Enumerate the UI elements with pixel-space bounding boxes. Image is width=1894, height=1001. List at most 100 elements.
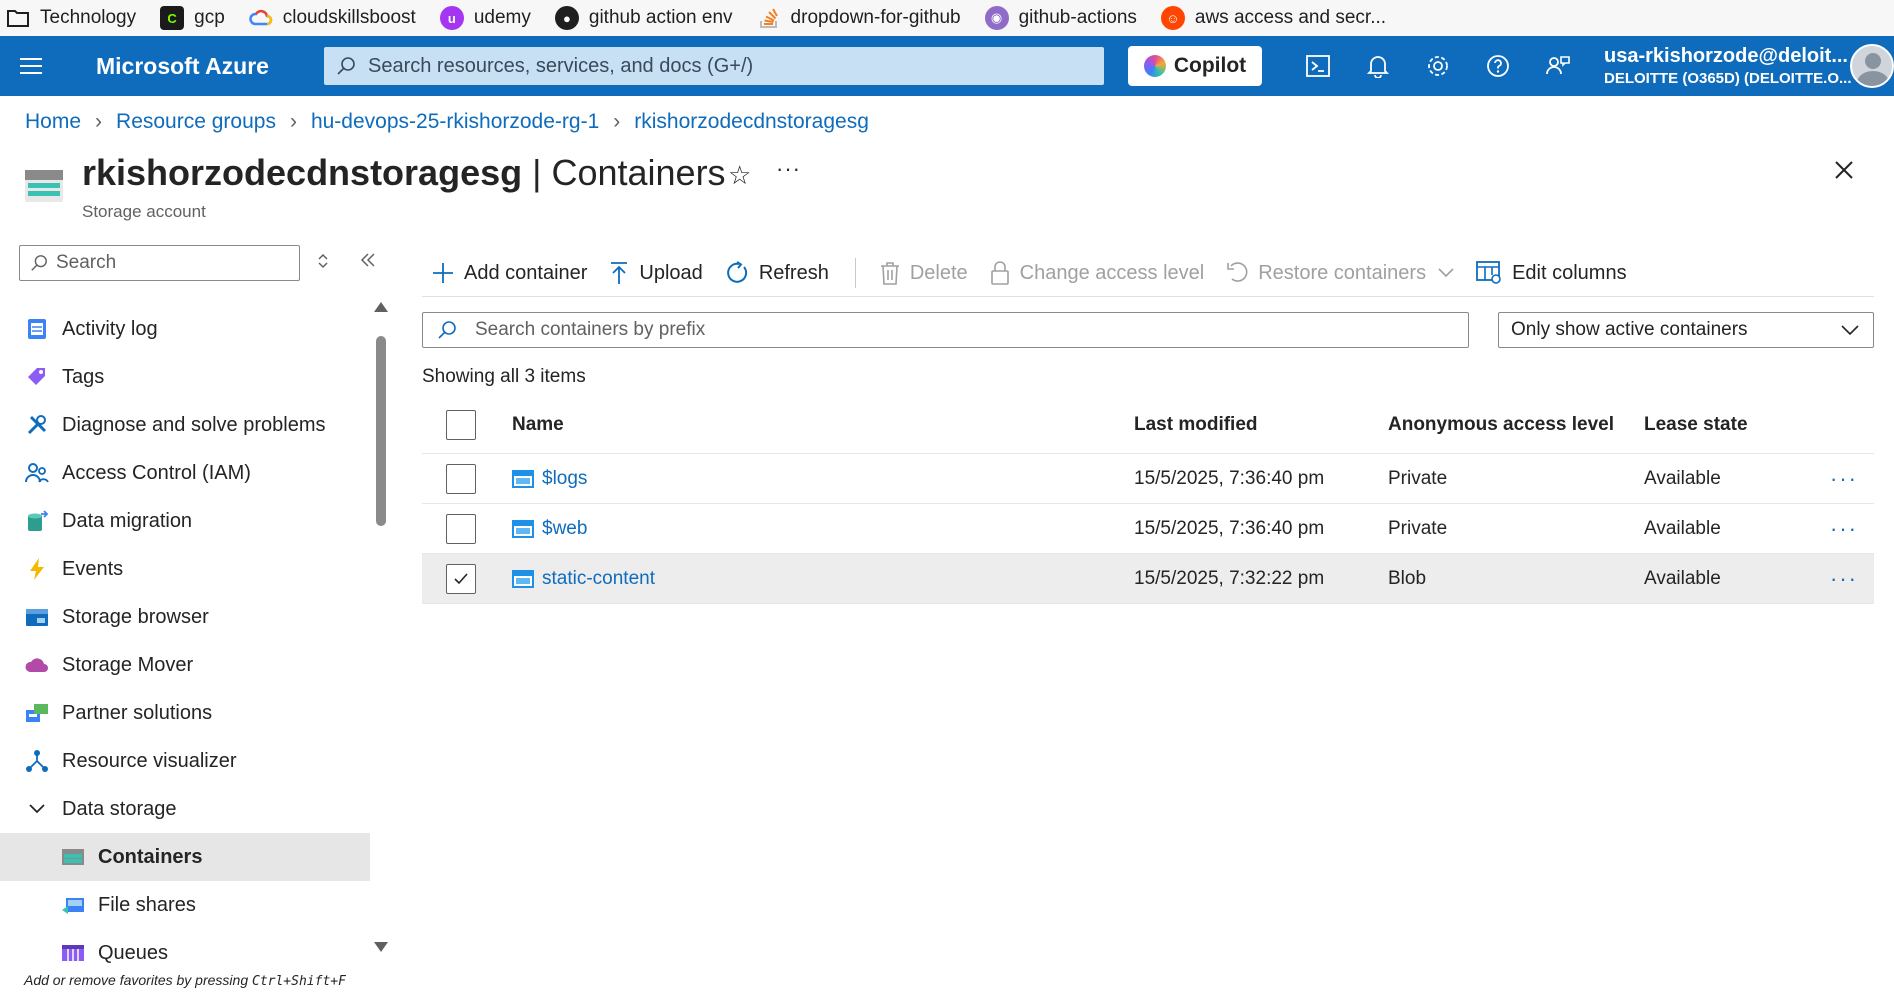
- cell-last-modified: 15/5/2025, 7:36:40 pm: [1134, 517, 1325, 539]
- sidebar-item-file-shares[interactable]: File shares: [0, 881, 370, 929]
- collapse-sidebar-icon[interactable]: [360, 252, 376, 273]
- refresh-button[interactable]: Refresh: [725, 261, 829, 285]
- bookmark-aws-access[interactable]: ☺ aws access and secr...: [1160, 6, 1386, 30]
- scroll-down-arrow-icon[interactable]: [374, 942, 388, 952]
- bookmark-label: gcp: [194, 7, 225, 28]
- sidebar-item-resource-visualizer[interactable]: Resource visualizer: [0, 737, 370, 785]
- edit-columns-icon: [1476, 261, 1501, 284]
- refresh-label: Refresh: [758, 261, 829, 284]
- account-name: usa-rkishorzode@deloit...: [1604, 45, 1848, 67]
- sidebar-group-data-storage[interactable]: Data storage: [0, 785, 370, 833]
- container-name-link[interactable]: $web: [542, 518, 587, 540]
- hamburger-menu-icon[interactable]: [0, 57, 62, 75]
- bookmark-label: cloudskillsboost: [282, 7, 416, 28]
- sidebar-item-label: Activity log: [62, 317, 158, 340]
- row-more-actions-icon[interactable]: ···: [1830, 516, 1858, 542]
- search-icon: [337, 57, 355, 75]
- delete-button[interactable]: Delete: [880, 261, 968, 285]
- restore-containers-button[interactable]: Restore containers: [1226, 262, 1454, 285]
- breadcrumb-storage-account[interactable]: rkishorzodecdnstoragesg: [634, 110, 869, 134]
- fav-hint-keys: Ctrl+Shift+F: [252, 974, 346, 989]
- table-row[interactable]: $web 15/5/2025, 7:36:40 pm Private Avail…: [422, 504, 1874, 554]
- bookmark-github-actions[interactable]: ◉ github-actions: [984, 6, 1137, 30]
- sidebar-item-tags[interactable]: Tags: [0, 353, 370, 401]
- sidebar-item-storage-mover[interactable]: Storage Mover: [0, 641, 370, 689]
- column-header-access-level[interactable]: Anonymous access level: [1388, 414, 1614, 436]
- scroll-up-arrow-icon[interactable]: [374, 302, 388, 312]
- sidebar-item-partner-solutions[interactable]: Partner solutions: [0, 689, 370, 737]
- row-checkbox-checked[interactable]: [446, 563, 476, 594]
- bookmark-cloudskillsboost[interactable]: cloudskillsboost: [249, 6, 416, 30]
- partner-icon: [24, 700, 50, 726]
- container-name-link[interactable]: $logs: [542, 468, 587, 490]
- tag-icon: [24, 364, 50, 390]
- add-container-button[interactable]: Add container: [432, 262, 587, 285]
- row-checkbox[interactable]: [446, 513, 476, 544]
- feedback-icon[interactable]: [1528, 36, 1588, 96]
- resource-name: rkishorzodecdnstoragesg: [82, 152, 523, 193]
- lock-icon: [990, 261, 1009, 285]
- breadcrumb-resource-group[interactable]: hu-devops-25-rkishorzode-rg-1: [311, 110, 599, 134]
- header-more-icon[interactable]: ···: [776, 156, 801, 182]
- bookmark-gcp[interactable]: C gcp: [160, 6, 225, 30]
- plus-icon: [433, 263, 453, 283]
- global-search-placeholder: Search resources, services, and docs (G+…: [368, 54, 754, 77]
- avatar[interactable]: [1850, 44, 1894, 88]
- bookmark-dropdown-for-github[interactable]: dropdown-for-github: [757, 6, 961, 30]
- sidebar-item-storage-browser[interactable]: Storage browser: [0, 593, 370, 641]
- github-octocat-icon: ◉: [984, 6, 1009, 30]
- column-header-name[interactable]: Name: [512, 414, 564, 436]
- select-all-checkbox[interactable]: [446, 409, 476, 440]
- settings-gear-icon[interactable]: [1408, 36, 1468, 96]
- notifications-bell-icon[interactable]: [1348, 36, 1408, 96]
- sidebar-item-label: Storage Mover: [62, 653, 194, 676]
- sidebar-search-input[interactable]: Search: [19, 245, 300, 281]
- help-icon[interactable]: [1468, 36, 1528, 96]
- brand-title[interactable]: Microsoft Azure: [96, 53, 311, 80]
- bookmark-technology[interactable]: Technology: [6, 6, 136, 30]
- favorite-star-icon[interactable]: ☆: [728, 160, 751, 191]
- close-icon[interactable]: [1834, 160, 1854, 185]
- table-row[interactable]: $logs 15/5/2025, 7:36:40 pm Private Avai…: [422, 454, 1874, 504]
- container-icon: [512, 469, 534, 488]
- container-name-link[interactable]: static-content: [542, 568, 655, 590]
- table-row[interactable]: static-content 15/5/2025, 7:32:22 pm Blo…: [422, 554, 1874, 604]
- sidebar-item-diagnose[interactable]: Diagnose and solve problems: [0, 401, 370, 449]
- breadcrumb-home[interactable]: Home: [25, 110, 81, 134]
- sidebar-item-label: Resource visualizer: [62, 749, 237, 772]
- udemy-icon: u: [439, 6, 464, 30]
- bookmark-udemy[interactable]: u udemy: [439, 6, 531, 30]
- scroll-thumb[interactable]: [376, 336, 386, 526]
- bookmark-github-action-env[interactable]: ● github action env: [554, 6, 733, 30]
- sidebar-item-activity-log[interactable]: Activity log: [0, 305, 370, 353]
- sidebar-item-containers[interactable]: Containers: [0, 833, 370, 881]
- sidebar-item-queues[interactable]: Queues: [0, 929, 370, 977]
- sidebar-item-events[interactable]: Events: [0, 545, 370, 593]
- column-header-lease-state[interactable]: Lease state: [1644, 414, 1748, 436]
- breadcrumb-resource-groups[interactable]: Resource groups: [116, 110, 276, 134]
- expand-collapse-icon[interactable]: [316, 252, 330, 275]
- storage-account-icon: [25, 170, 63, 202]
- cloud-shell-icon[interactable]: [1288, 36, 1348, 96]
- copilot-label: Copilot: [1173, 54, 1247, 77]
- row-more-actions-icon[interactable]: ···: [1830, 466, 1858, 492]
- wrench-icon: [24, 412, 50, 438]
- active-containers-dropdown[interactable]: Only show active containers: [1498, 312, 1874, 348]
- copilot-button[interactable]: Copilot: [1128, 46, 1262, 86]
- column-header-last-modified[interactable]: Last modified: [1134, 414, 1258, 436]
- reddit-icon: ☺: [1160, 6, 1185, 30]
- edit-columns-button[interactable]: Edit columns: [1476, 261, 1627, 285]
- account-menu[interactable]: usa-rkishorzode@deloit... DELOITTE (O365…: [1604, 45, 1852, 87]
- chevron-right-icon: ›: [613, 110, 621, 133]
- sidebar-item-iam[interactable]: Access Control (IAM): [0, 449, 370, 497]
- upload-button[interactable]: Upload: [609, 261, 703, 285]
- refresh-icon: [726, 261, 747, 283]
- row-more-actions-icon[interactable]: ···: [1830, 566, 1858, 592]
- activity-log-icon: [24, 316, 50, 342]
- row-checkbox[interactable]: [446, 463, 476, 494]
- container-prefix-search-input[interactable]: Search containers by prefix: [422, 312, 1469, 348]
- sidebar-item-data-migration[interactable]: Data migration: [0, 497, 370, 545]
- change-access-level-button[interactable]: Change access level: [990, 261, 1204, 285]
- cell-last-modified: 15/5/2025, 7:32:22 pm: [1134, 567, 1325, 589]
- global-search-input[interactable]: Search resources, services, and docs (G+…: [324, 47, 1104, 85]
